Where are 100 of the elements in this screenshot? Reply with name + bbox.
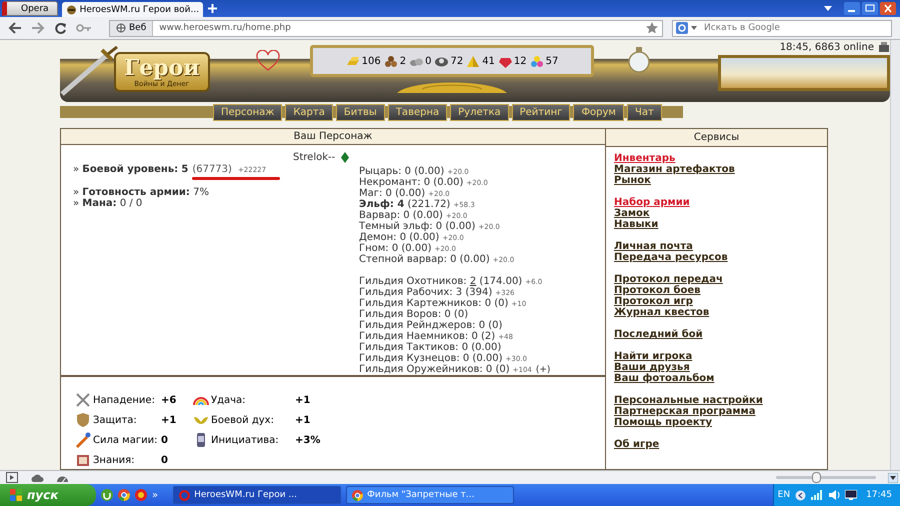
resource-count: 106 xyxy=(362,56,381,66)
pyramid-icon xyxy=(466,54,482,68)
star-icon[interactable] xyxy=(646,22,658,34)
orb-icon xyxy=(434,54,450,68)
server-icon xyxy=(878,42,890,53)
service-link[interactable]: Журнал квестов xyxy=(614,307,710,318)
skill-level-text: Гильдия Наемников: 0 (2) xyxy=(359,331,496,342)
service-link[interactable]: Магазин артефактов xyxy=(614,164,735,175)
shield-icon xyxy=(75,412,91,428)
stat-label: Инициатива: xyxy=(211,434,280,446)
reload-icon[interactable] xyxy=(54,22,67,34)
speaker-icon[interactable] xyxy=(829,490,840,500)
skill-level-text: Некромант: 0 (0.00) xyxy=(359,177,464,188)
nav-button[interactable]: Рулетка xyxy=(450,104,509,120)
service-link[interactable]: Навыки xyxy=(614,219,658,230)
skill-level-text: Гном: 0 (0.00) xyxy=(359,243,432,254)
google-icon xyxy=(676,22,688,34)
stat-value: 0 xyxy=(161,434,169,446)
back-circle-icon[interactable] xyxy=(795,490,806,500)
service-link[interactable]: Ваш фотоальбом xyxy=(614,373,714,384)
back-arrow-icon[interactable] xyxy=(8,22,22,34)
service-link[interactable]: Ваши друзья xyxy=(614,362,690,373)
add-link[interactable]: (+) xyxy=(536,365,550,376)
minimize-icon[interactable] xyxy=(844,2,860,15)
nav-button[interactable]: Таверна xyxy=(388,104,448,120)
book-icon xyxy=(75,452,91,468)
skill-level-text: Рыцарь: 0 (0.00) xyxy=(359,166,444,177)
stat-value: +1 xyxy=(161,414,178,426)
stat-label: Сила магии: xyxy=(93,434,158,446)
nav-button[interactable]: Форум xyxy=(573,104,624,120)
resource-count: 0 xyxy=(425,56,432,66)
service-link[interactable]: Инвентарь xyxy=(614,153,676,164)
dropdown-icon[interactable] xyxy=(824,6,832,12)
sword-icon xyxy=(60,46,120,96)
nav-button[interactable]: Битвы xyxy=(336,104,385,120)
stat-label: Нападение: xyxy=(93,394,156,406)
windows-logo-icon xyxy=(10,489,22,501)
service-link[interactable]: Персональные настройки xyxy=(614,395,763,406)
online-status: 18:45, 6863 online xyxy=(780,42,874,53)
browser-tab[interactable]: HeroesWM.ru Герои вой... xyxy=(62,2,204,17)
logo-title: Герои xyxy=(124,56,200,80)
stat-value: +6 xyxy=(161,394,178,406)
torrent-icon[interactable] xyxy=(101,489,113,501)
service-link[interactable]: Об игре xyxy=(614,439,660,450)
start-button[interactable]: пуск xyxy=(0,484,96,506)
heart-icon[interactable] xyxy=(256,50,280,72)
service-link[interactable]: Набор армии xyxy=(614,197,690,208)
plus-icon[interactable] xyxy=(207,3,218,14)
globe-icon xyxy=(116,23,126,33)
service-link[interactable]: Помощь проекту xyxy=(614,417,712,428)
taskbar-button[interactable]: HeroesWM.ru Герои ... xyxy=(173,486,342,504)
stat-value: +1 xyxy=(295,414,312,426)
nav-button[interactable]: Персонаж xyxy=(213,104,282,120)
taskbar-button[interactable]: Фильм "Запретные т... xyxy=(346,486,514,504)
service-link[interactable]: Протокол боев xyxy=(614,285,700,296)
more-button[interactable]: » xyxy=(152,490,158,500)
nav-button[interactable]: Чат xyxy=(626,104,662,120)
cloud-icon[interactable] xyxy=(30,472,44,482)
service-link[interactable]: Рынок xyxy=(614,175,651,186)
skill-level-text: Маг: 0 (0.00) xyxy=(359,188,426,199)
ring-icon xyxy=(628,46,650,74)
character-name[interactable]: Strelok-- xyxy=(293,152,336,162)
service-link[interactable]: Протокол передач xyxy=(614,274,723,285)
restore-icon[interactable] xyxy=(862,2,878,15)
service-link[interactable]: Замок xyxy=(614,208,650,219)
service-link[interactable]: Последний бой xyxy=(614,329,703,340)
close-icon[interactable] xyxy=(880,2,896,15)
scrollbar[interactable] xyxy=(890,40,900,470)
letter-o-icon xyxy=(179,490,190,500)
service-link[interactable]: Личная почта xyxy=(614,241,693,252)
zoom-slider-handle[interactable] xyxy=(812,472,821,483)
monitor-icon[interactable] xyxy=(845,490,858,500)
resource-count: 41 xyxy=(482,56,495,66)
chrome-icon[interactable] xyxy=(118,489,130,501)
service-link[interactable]: Найти игрока xyxy=(614,351,692,362)
tab-title: HeroesWM.ru Герои вой... xyxy=(80,4,200,14)
skill-level-text: Гильдия Рейнджеров: 0 (0) xyxy=(359,320,502,331)
search-field[interactable]: Искать в Google xyxy=(672,20,892,36)
skill-level-text: Эльф: 4 (221.72) xyxy=(359,199,450,210)
wand-icon xyxy=(75,432,91,448)
resource-count: 2 xyxy=(400,56,406,66)
stat-text: » Боевой уровень: 5 xyxy=(73,164,188,175)
level-link[interactable]: 2 xyxy=(470,276,476,287)
service-link[interactable]: Партнерская программа xyxy=(614,406,756,417)
opera-menu-button[interactable]: Opera xyxy=(2,1,58,16)
service-link[interactable]: Передача ресурсов xyxy=(614,252,728,263)
skill-level-text: Гильдия Воров: 0 (0) xyxy=(359,309,468,320)
resource-count: 72 xyxy=(450,56,464,66)
scroll-down-icon[interactable] xyxy=(888,472,898,482)
skill-level-text: Темный эльф: 0 (0.00) xyxy=(359,221,476,232)
gem-pile-icon xyxy=(530,54,545,68)
panel-toggle-icon[interactable] xyxy=(6,472,18,483)
address-field[interactable]: Веб www.heroeswm.ru/home.php xyxy=(109,20,663,36)
nav-button[interactable]: Рейтинг xyxy=(512,104,570,120)
service-link[interactable]: Протокол игр xyxy=(614,296,693,307)
stat-label: Боевой дух: xyxy=(211,414,275,426)
ingot-icon xyxy=(346,54,361,68)
nav-button[interactable]: Карта xyxy=(285,104,333,120)
signal-bars-icon[interactable] xyxy=(811,490,824,500)
resource-count: 12 xyxy=(514,56,527,66)
